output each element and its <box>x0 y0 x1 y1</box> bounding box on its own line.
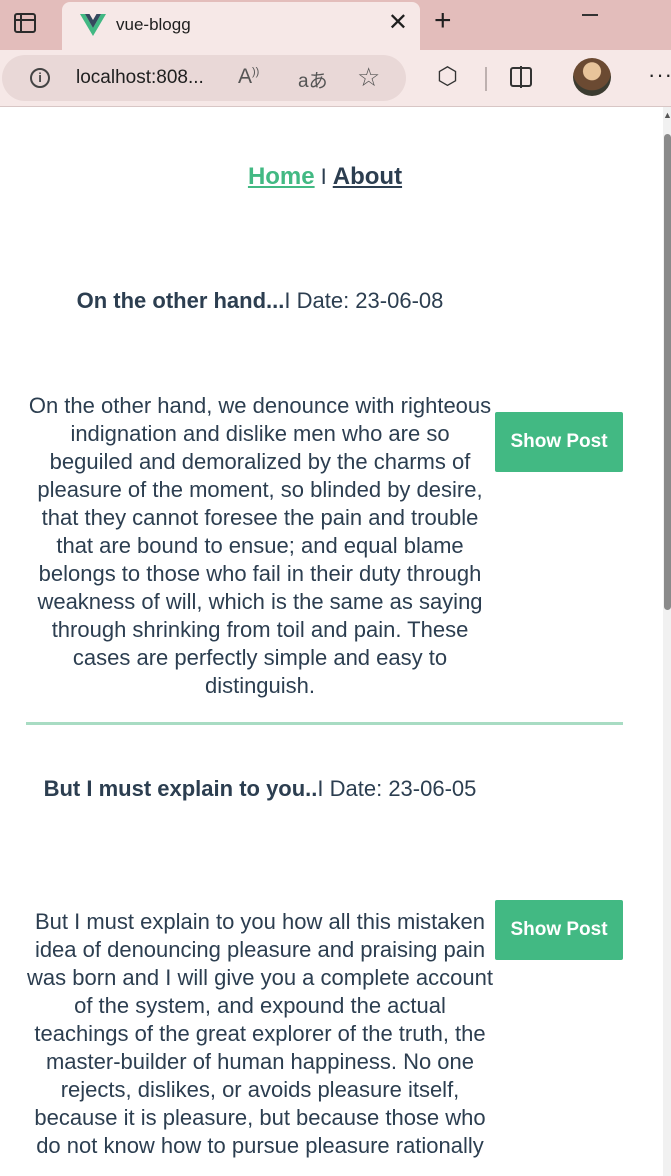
post-divider <box>26 722 623 725</box>
page-viewport: Home I About On the other hand...I Date: 2… <box>0 107 663 1176</box>
new-tab-button[interactable]: + <box>434 6 452 36</box>
minimize-icon[interactable] <box>582 14 598 16</box>
post-date: I Date: 23-06-08 <box>284 288 444 313</box>
profile-avatar[interactable] <box>573 58 611 96</box>
post-body: But I must explain to you how all this m… <box>27 909 493 1158</box>
read-aloud-icon[interactable]: A)) <box>238 65 259 89</box>
tab-title: vue-blogg <box>116 15 191 34</box>
info-icon[interactable]: i <box>30 68 50 88</box>
translate-icon[interactable]: aあ <box>298 66 328 93</box>
nav-link-about[interactable]: About <box>333 163 402 190</box>
post-date: I Date: 23-06-05 <box>317 776 477 801</box>
post-header: But I must explain to you..I Date: 23-06… <box>26 775 494 803</box>
split-screen-icon[interactable] <box>510 66 532 88</box>
nav-divider: I <box>320 164 327 189</box>
post-header: On the other hand...I Date: 23-06-08 <box>26 287 494 315</box>
more-menu-icon[interactable]: ··· <box>648 62 671 88</box>
close-icon[interactable]: ✕ <box>388 11 408 35</box>
url-text[interactable]: localhost:808... <box>76 67 204 89</box>
show-post-button[interactable]: Show Post <box>495 900 623 960</box>
scroll-up-arrow-icon[interactable]: ▲ <box>663 110 671 120</box>
scrollbar-thumb[interactable] <box>664 134 671 610</box>
post-title[interactable]: On the other hand... <box>77 288 285 313</box>
vue-logo-icon <box>80 14 106 36</box>
omnibox[interactable]: i localhost:808... A)) aあ ☆ <box>2 55 406 101</box>
favorite-star-icon[interactable]: ☆ <box>357 62 380 93</box>
show-post-button[interactable]: Show Post <box>495 412 623 472</box>
nav-link-home[interactable]: Home <box>248 163 315 190</box>
extensions-icon[interactable]: ⬡ <box>437 65 458 89</box>
post-title[interactable]: But I must explain to you.. <box>44 776 318 801</box>
tab-actions-icon[interactable] <box>14 13 36 33</box>
address-bar: i localhost:808... A)) aあ ☆ ⬡ ··· <box>0 50 671 107</box>
post-body: On the other hand, we denounce with righ… <box>28 393 492 698</box>
browser-tab[interactable]: vue-blogg ✕ <box>62 2 420 50</box>
tab-bar: vue-blogg ✕ + <box>0 0 671 50</box>
toolbar-divider <box>485 67 487 91</box>
main-nav: Home I About <box>0 163 650 191</box>
